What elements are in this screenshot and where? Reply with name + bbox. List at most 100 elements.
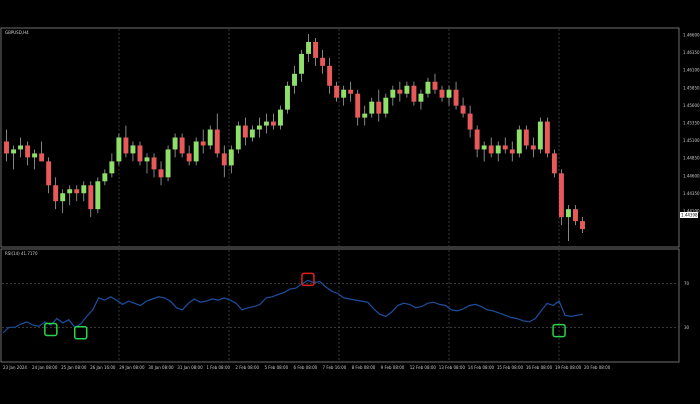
candle-body xyxy=(277,109,283,126)
time-tick-label: 20 Feb 08:00 xyxy=(584,365,611,370)
rsi-tick-label: 70 xyxy=(684,281,690,286)
candle-body xyxy=(299,53,304,74)
candle-body xyxy=(116,137,122,162)
chart-canvas[interactable]: 1.46600 1.46350 1.46100 1.45850 1.45600 1.453… xyxy=(0,0,700,400)
price-tick-label: 1.46600 xyxy=(683,33,700,38)
time-tick-label: 14 Feb 08:00 xyxy=(468,365,495,370)
candle-body xyxy=(242,125,248,138)
candle-body xyxy=(460,105,466,114)
candle-body xyxy=(558,173,564,218)
candle-body xyxy=(411,85,417,102)
time-tick-label: 23 Jan 2024 xyxy=(3,365,27,370)
candle-body xyxy=(39,153,45,162)
time-tick-label: 5 Feb 08:00 xyxy=(264,365,288,370)
time-tick-label: 1 Feb 08:00 xyxy=(206,365,230,370)
time-tick-label: 16 Feb 08:00 xyxy=(526,365,553,370)
price-tick-label: 1.44350 xyxy=(683,191,700,196)
candle-body xyxy=(285,85,290,110)
candle xyxy=(285,81,290,114)
candle-body xyxy=(369,101,375,114)
candle-body xyxy=(144,157,150,162)
time-axis: 23 Jan 2024 24 Jan 08:00 25 Jan 08:00 26 Ja… xyxy=(3,365,611,370)
candle-body xyxy=(60,193,66,202)
candle-body xyxy=(67,189,73,194)
candle xyxy=(235,121,241,154)
candle-body xyxy=(214,129,220,154)
candle-body xyxy=(580,221,585,230)
candle-body xyxy=(439,89,445,98)
candle-body xyxy=(495,145,501,154)
candle-body xyxy=(565,209,571,218)
candle-body xyxy=(362,113,368,118)
candle-body xyxy=(446,89,452,98)
price-tick-label: 1.46100 xyxy=(683,68,700,73)
candle-body xyxy=(425,81,431,94)
time-tick-label: 19 Feb 08:00 xyxy=(555,365,582,370)
price-tick-label: 1.44850 xyxy=(683,156,700,161)
candle-body xyxy=(516,129,522,154)
candle-body xyxy=(573,209,578,222)
candle-body xyxy=(186,153,192,162)
price-pane-title: GBPUSD,H4 xyxy=(5,30,29,35)
time-tick-label: 29 Jan 08:00 xyxy=(119,365,145,370)
time-tick-label: 25 Jan 08:00 xyxy=(61,365,87,370)
candle-body xyxy=(32,153,38,158)
candle-body xyxy=(179,137,185,154)
candle xyxy=(116,133,122,166)
candle-body xyxy=(249,129,255,138)
candle xyxy=(558,169,564,226)
candle-body xyxy=(292,73,297,86)
candle-body xyxy=(221,153,227,166)
candle-body xyxy=(207,129,213,146)
candle xyxy=(551,149,557,178)
candle-body xyxy=(11,149,16,154)
candle xyxy=(165,145,171,182)
candle-body xyxy=(306,41,312,54)
time-tick-label: 8 Feb 08:00 xyxy=(352,365,376,370)
candle-body xyxy=(488,145,494,154)
candle-body xyxy=(453,89,459,106)
candle-body xyxy=(270,121,276,126)
candle-body xyxy=(523,129,529,146)
candle-body xyxy=(102,173,108,182)
candle-body xyxy=(327,65,333,86)
candle-body xyxy=(172,137,178,150)
candle-body xyxy=(74,189,80,194)
candle-body xyxy=(109,161,115,174)
candle-body xyxy=(467,113,473,130)
time-tick-label: 31 Jan 08:00 xyxy=(177,365,203,370)
candle-body xyxy=(130,145,136,154)
candle-body xyxy=(313,41,319,58)
candle xyxy=(537,117,543,154)
candle-body xyxy=(256,125,262,130)
price-tick-label: 1.45100 xyxy=(683,138,700,143)
candle-body xyxy=(53,185,59,202)
time-tick-label: 6 Feb 08:00 xyxy=(294,365,318,370)
candle-body xyxy=(348,89,354,94)
time-tick-label: 24 Jan 08:00 xyxy=(32,365,58,370)
candle-body xyxy=(151,157,157,170)
current-price-label: 1.44398 xyxy=(681,213,698,218)
candle-body xyxy=(81,185,87,194)
candle-body xyxy=(404,85,410,94)
candle-body xyxy=(383,97,389,114)
time-tick-label: 15 Feb 08:00 xyxy=(497,365,524,370)
candle-body xyxy=(137,145,143,162)
trading-chart-window: 1.46600 1.46350 1.46100 1.45850 1.45600 1.453… xyxy=(0,0,700,400)
candle-body xyxy=(4,141,9,154)
candle-body xyxy=(509,149,515,154)
candle xyxy=(516,125,522,158)
candle-body xyxy=(320,57,326,66)
candle-body xyxy=(355,93,361,118)
candle-body xyxy=(235,125,241,150)
candle-body xyxy=(158,169,164,178)
time-tick-label: 7 Feb 16:00 xyxy=(323,365,347,370)
candle-body xyxy=(502,145,508,150)
candle-body xyxy=(530,145,536,150)
price-tick-label: 1.44600 xyxy=(683,173,700,178)
candle-body xyxy=(481,145,487,150)
time-tick-label: 13 Feb 08:00 xyxy=(439,365,466,370)
time-tick-label: 30 Jan 08:00 xyxy=(148,365,174,370)
price-tick-label: 1.46350 xyxy=(683,50,700,55)
candle-body xyxy=(228,149,234,166)
